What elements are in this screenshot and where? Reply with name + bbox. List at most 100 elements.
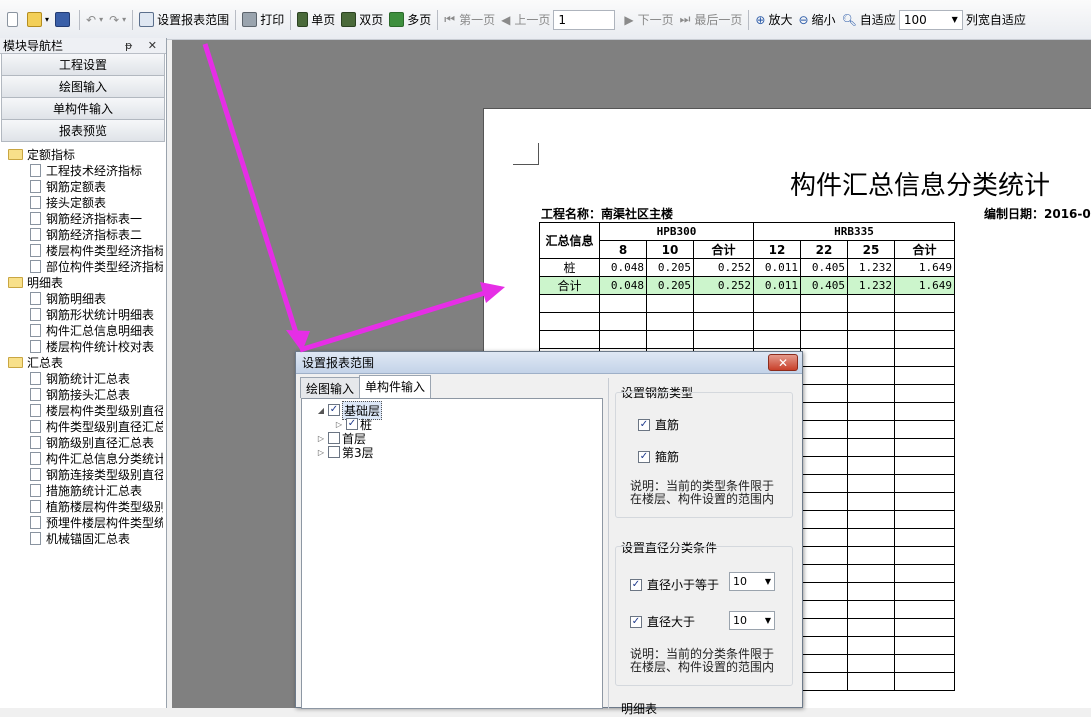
diam-gt-checkbox[interactable]: ✓ 直径大于: [630, 613, 695, 630]
tree-item-label: 工程技术经济指标: [46, 163, 143, 178]
module-nav-panel: 模块导航栏 ᵽ ✕ 工程设置 绘图输入 单构件输入 报表预览 定额指标 工程技术…: [0, 38, 167, 708]
tree-item-label: 楼层构件类型级别直径: [46, 403, 163, 418]
collapse-icon[interactable]: ◢: [316, 406, 326, 415]
prev-page-button[interactable]: ◀ 上一页: [498, 8, 553, 32]
zoom-in-button[interactable]: ⊕ 放大: [752, 8, 795, 32]
document-icon: [30, 307, 41, 321]
tree-folder-label: 汇总表: [27, 355, 64, 370]
tab-drawing-input[interactable]: 绘图输入: [300, 377, 361, 398]
document-icon: [30, 179, 41, 193]
tree-item[interactable]: 措施筋统计汇总表: [8, 482, 163, 498]
tree-item[interactable]: 钢筋连接类型级别直径: [8, 466, 163, 482]
tree-item[interactable]: 钢筋经济指标表二: [8, 226, 163, 242]
pin-close-icons[interactable]: ᵽ ✕: [125, 39, 163, 52]
next-page-button[interactable]: ▶ 下一页: [621, 8, 676, 32]
first-page-button[interactable]: ⏮ 第一页: [441, 8, 498, 32]
col-header: 合计: [894, 240, 955, 259]
empty-cell: [800, 654, 848, 673]
nav-section-drawing-input[interactable]: 绘图输入: [1, 76, 165, 98]
tree-item[interactable]: 预埋件楼层构件类型统: [8, 514, 163, 530]
nav-section-project-settings[interactable]: 工程设置: [1, 54, 165, 76]
print-button[interactable]: 打印: [239, 8, 287, 32]
diam-le-checkbox[interactable]: ✓ 直径小于等于: [630, 576, 719, 593]
checkbox-unchecked[interactable]: [328, 446, 340, 458]
fit-button[interactable]: 🔍︎ 自适应: [839, 8, 899, 32]
redo-button[interactable]: ↷ ▾: [106, 8, 129, 32]
tree-folder[interactable]: 明细表: [8, 274, 166, 290]
checkbox-checked[interactable]: ✓: [328, 404, 340, 416]
double-page-button[interactable]: 双页: [338, 8, 386, 32]
tree-item[interactable]: 楼层构件类型级别直径: [8, 402, 163, 418]
checkbox-checked[interactable]: ✓: [638, 418, 650, 431]
empty-cell: [847, 420, 895, 439]
zoom-in-label: 放大: [768, 13, 793, 27]
diam-le-select[interactable]: 10 ▼: [729, 572, 775, 591]
tree-item[interactable]: 构件汇总信息明细表: [8, 322, 163, 338]
save-button[interactable]: [52, 8, 76, 32]
expand-icon[interactable]: ▷: [334, 420, 344, 429]
tree-item[interactable]: 楼层构件类型经济指标: [8, 242, 163, 258]
empty-cell: [847, 348, 895, 367]
tree-item[interactable]: 工程技术经济指标: [8, 162, 163, 178]
page-number-input[interactable]: [553, 9, 616, 30]
printer-icon: [242, 12, 258, 27]
table-cell: 0.252: [693, 258, 754, 277]
tree-item[interactable]: 楼层构件统计校对表: [8, 338, 163, 354]
multi-page-button[interactable]: 多页: [386, 8, 434, 32]
tree-item[interactable]: 钢筋接头汇总表: [8, 386, 163, 402]
tree-item-label: 植筋楼层构件类型级别: [46, 499, 163, 514]
tree-item-label: 构件汇总信息分类统计: [46, 451, 163, 466]
tree-item[interactable]: 植筋楼层构件类型级别: [8, 498, 163, 514]
tree-item[interactable]: 钢筋明细表: [8, 290, 163, 306]
tab-single-component-input[interactable]: 单构件输入: [359, 375, 432, 398]
new-file-button[interactable]: [4, 8, 24, 32]
tree-item[interactable]: 构件汇总信息分类统计: [8, 450, 163, 466]
tree-node-third-floor[interactable]: ▷ 第3层: [316, 445, 602, 460]
open-button[interactable]: ▾: [24, 8, 52, 32]
checkbox-checked[interactable]: ✓: [630, 578, 642, 591]
empty-cell: [847, 492, 895, 511]
checkbox-checked[interactable]: ✓: [638, 450, 650, 463]
last-page-button[interactable]: ⏭ 最后一页: [677, 8, 746, 32]
single-page-button[interactable]: 单页: [294, 8, 338, 32]
tree-folder[interactable]: 定额指标: [8, 146, 166, 162]
document-icon: [30, 531, 41, 545]
checkbox-unchecked[interactable]: [328, 432, 340, 444]
tree-node-foundation[interactable]: ◢ ✓ 基础层: [316, 400, 602, 420]
empty-cell: [599, 294, 647, 313]
column-fit-button[interactable]: 列宽自适应: [963, 8, 1029, 32]
empty-cell: [894, 510, 955, 529]
empty-cell: [847, 654, 895, 673]
straight-bar-checkbox[interactable]: ✓ 直筋: [638, 416, 679, 433]
diam-gt-select[interactable]: 10 ▼: [729, 611, 775, 630]
tree-item[interactable]: 钢筋定额表: [8, 178, 163, 194]
nav-section-single-component-input[interactable]: 单构件输入: [1, 98, 165, 120]
tree-item[interactable]: 钢筋形状统计明细表: [8, 306, 163, 322]
expand-icon[interactable]: ▷: [316, 448, 326, 457]
nav-section-report-preview[interactable]: 报表预览: [1, 120, 165, 142]
checkbox-checked[interactable]: ✓: [630, 615, 642, 628]
undo-button[interactable]: ↶ ▾: [83, 8, 106, 32]
stirrup-checkbox[interactable]: ✓ 箍筋: [638, 448, 679, 465]
compile-date: 编制日期：2016-0: [984, 207, 1091, 221]
fit-label: 自适应: [859, 13, 896, 27]
tree-item[interactable]: 钢筋级别直径汇总表: [8, 434, 163, 450]
tree-item[interactable]: 钢筋统计汇总表: [8, 370, 163, 386]
table-cell: 1.232: [847, 258, 895, 277]
set-range-label: 设置报表范围: [157, 13, 230, 27]
empty-cell: [894, 312, 955, 331]
tree-item[interactable]: 接头定额表: [8, 194, 163, 210]
tree-item[interactable]: 部位构件类型经济指标: [8, 258, 163, 274]
set-range-button[interactable]: 设置报表范围: [136, 8, 232, 32]
empty-cell: [847, 618, 895, 637]
checkbox-checked[interactable]: ✓: [346, 418, 358, 430]
zoom-select[interactable]: 100 ▼: [898, 9, 963, 30]
zoom-out-button[interactable]: ⊖ 缩小: [795, 8, 838, 32]
tree-folder[interactable]: 汇总表: [8, 354, 166, 370]
tree-item[interactable]: 钢筋经济指标表一: [8, 210, 163, 226]
tree-item[interactable]: 构件类型级别直径汇总: [8, 418, 163, 434]
close-button[interactable]: ✕: [768, 354, 798, 371]
tree-item[interactable]: 机械锚固汇总表: [8, 530, 163, 546]
empty-cell: [693, 294, 754, 313]
expand-icon[interactable]: ▷: [316, 434, 326, 443]
